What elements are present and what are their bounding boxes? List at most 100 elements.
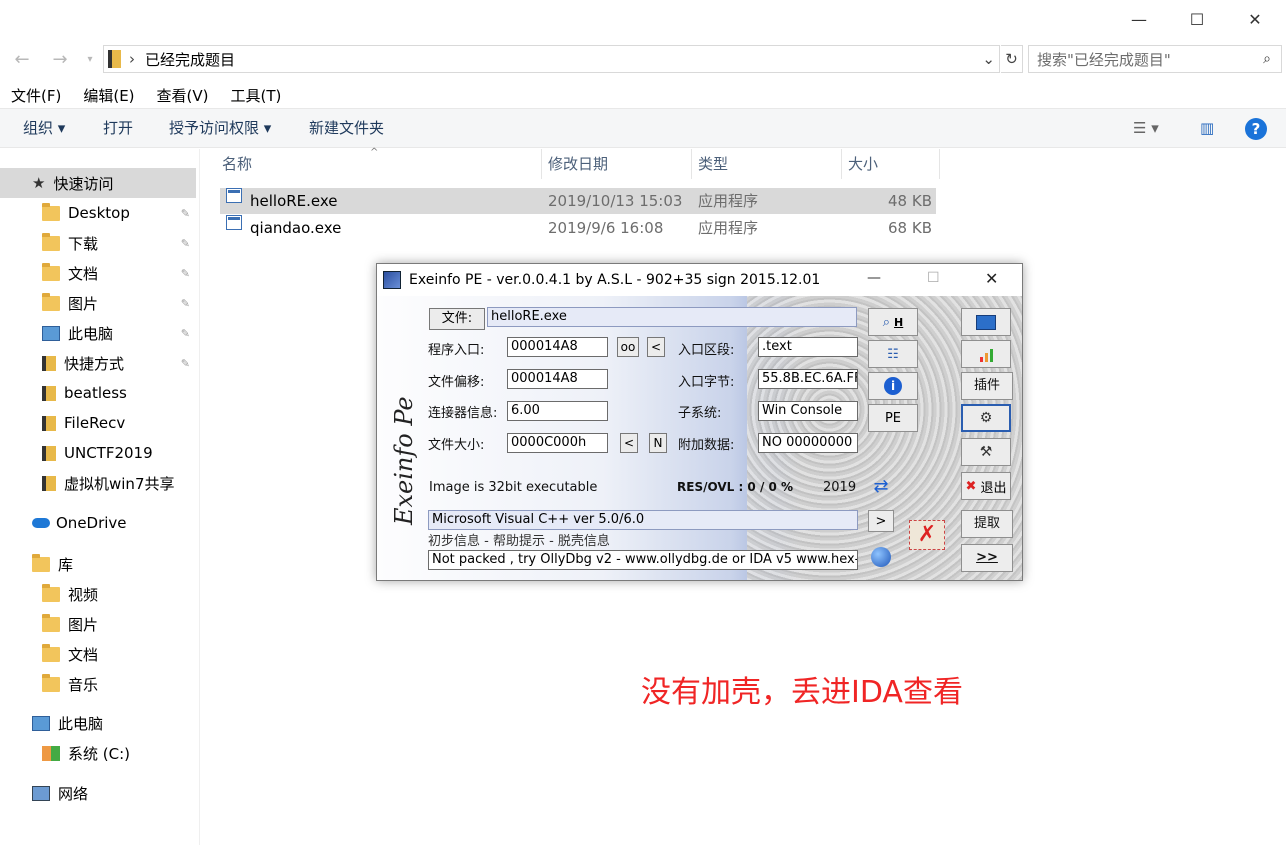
nav-item-drive-c[interactable]: 系统 (C:) [0, 738, 196, 768]
nav-label: FileRecv [64, 414, 126, 432]
search-input[interactable]: 搜索"已经完成题目" ⌕ [1028, 45, 1282, 73]
section-field[interactable]: .text [758, 337, 858, 357]
globe-icon[interactable] [868, 544, 894, 570]
chevron-down-icon[interactable]: ⌄ [982, 50, 995, 68]
pin-icon[interactable]: ✎ [181, 297, 190, 310]
close-button[interactable]: ✕ [1226, 0, 1284, 38]
exeinfo-titlebar[interactable]: Exeinfo PE - ver.0.0.4.1 by A.S.L - 902+… [377, 264, 1022, 296]
nav-item-vm-share[interactable]: 虚拟机win7共享 [0, 468, 196, 498]
refresh-button[interactable]: ↻ [1001, 45, 1023, 73]
recent-dropdown-icon[interactable]: ▾ [76, 46, 104, 72]
pin-icon[interactable]: ✎ [181, 207, 190, 220]
search-icon[interactable]: ⌕ [1263, 51, 1271, 67]
maximize-button[interactable]: ☐ [1168, 0, 1226, 38]
menu-tools[interactable]: 工具(T) [220, 84, 293, 108]
nav-item-filerecv[interactable]: FileRecv [0, 408, 196, 438]
size-n-button[interactable]: N [649, 433, 667, 453]
nav-item-documents[interactable]: 文档 ✎ [0, 258, 196, 288]
back-button[interactable]: ← [8, 46, 36, 72]
tools-button[interactable]: ⚒ [961, 438, 1011, 466]
pin-icon[interactable]: ✎ [181, 237, 190, 250]
nav-item-unctf2019[interactable]: UNCTF2019 [0, 438, 196, 468]
nav-item-library-documents[interactable]: 文档 [0, 639, 196, 669]
pin-icon[interactable]: ✎ [181, 357, 190, 370]
column-header-type[interactable]: 类型 [694, 149, 842, 179]
column-header-size[interactable]: 大小 [844, 149, 940, 179]
exeinfo-minimize-button[interactable]: — [867, 270, 881, 286]
address-bar[interactable]: › 已经完成题目 ⌄ [103, 45, 1000, 73]
open-file-button[interactable] [961, 308, 1011, 336]
linker-field[interactable]: 6.00 [507, 401, 608, 421]
nav-item-music[interactable]: 音乐 [0, 669, 196, 699]
entry-bytes-field[interactable]: 55.8B.EC.6A.FF [758, 369, 858, 389]
nav-label: 音乐 [68, 675, 99, 694]
size-lt-button[interactable]: < [620, 433, 638, 453]
view-options-icon[interactable]: ☰ ▾ [1133, 109, 1159, 149]
stats-button[interactable] [961, 340, 1011, 368]
menu-edit[interactable]: 编辑(E) [72, 84, 145, 108]
hint-label: 初步信息 - 帮助提示 - 脱壳信息 [428, 534, 610, 549]
nav-library[interactable]: 库 [0, 549, 196, 579]
nav-item-downloads[interactable]: 下载 ✎ [0, 228, 196, 258]
pin-icon[interactable]: ✎ [181, 327, 190, 340]
nav-quick-access[interactable]: ★ 快速访问 [0, 168, 196, 198]
exeinfo-close-button[interactable]: ✕ [985, 269, 998, 288]
help-icon[interactable]: ? [1245, 118, 1267, 140]
nav-item-pictures[interactable]: 图片 ✎ [0, 288, 196, 318]
organize-button[interactable]: 组织 ▾ [23, 109, 65, 149]
nav-this-pc[interactable]: 此电脑 [0, 708, 196, 738]
forward-button[interactable]: → [46, 46, 74, 72]
file-row-qiandao[interactable]: qiandao.exe 2019/9/6 16:08 应用程序 68 KB [220, 215, 936, 241]
oo-button[interactable]: oo [617, 337, 639, 357]
unpack-stamp-icon[interactable]: ✗ [909, 520, 945, 550]
overlay-field[interactable]: NO 00000000 [758, 433, 858, 453]
section-view-button[interactable]: ☷ [868, 340, 918, 368]
nav-item-videos[interactable]: 视频 [0, 579, 196, 609]
nav-label: 网络 [58, 784, 89, 803]
file-row-helloRE[interactable]: helloRE.exe 2019/10/13 15:03 应用程序 48 KB [220, 188, 936, 214]
nav-onedrive[interactable]: OneDrive [0, 508, 196, 538]
cloud-icon [32, 518, 50, 528]
nav-item-this-pc-pinned[interactable]: 此电脑 ✎ [0, 318, 196, 348]
more-button[interactable]: >> [961, 544, 1013, 572]
share-button[interactable]: 授予访问权限 ▾ [169, 109, 271, 149]
extract-button[interactable]: 提取 [961, 510, 1013, 538]
file-size-field[interactable]: 0000C000h [507, 433, 608, 453]
scan-button[interactable]: ⚙ [961, 404, 1011, 432]
open-button[interactable]: 打开 [103, 109, 133, 149]
file-browse-button[interactable]: 文件: [429, 308, 485, 330]
nav-item-library-pictures[interactable]: 图片 [0, 609, 196, 639]
file-offset-field[interactable]: 000014A8 [507, 369, 608, 389]
nav-item-shortcuts[interactable]: 快捷方式 ✎ [0, 348, 196, 378]
compiler-field[interactable]: Microsoft Visual C++ ver 5.0/6.0 [428, 510, 858, 530]
pe-button[interactable]: PE [868, 404, 918, 432]
music-folder-icon [42, 673, 60, 692]
column-header-name[interactable]: 名称 ^ [218, 147, 542, 179]
hint-field[interactable]: Not packed , try OllyDbg v2 - www.ollydb… [428, 550, 858, 570]
refresh-icon[interactable]: ⇄ [868, 472, 894, 500]
next-button[interactable]: > [868, 510, 894, 532]
menu-file[interactable]: 文件(F) [0, 84, 72, 108]
nav-item-desktop[interactable]: Desktop ✎ [0, 198, 196, 228]
sort-ascending-icon: ^ [370, 147, 379, 158]
subsystem-field[interactable]: Win Console [758, 401, 858, 421]
info-button[interactable]: i [868, 372, 918, 400]
search-h-button[interactable]: ⌕ H [868, 308, 918, 336]
magnifier-icon: ⌕ [882, 314, 891, 330]
entry-lt-button[interactable]: < [647, 337, 665, 357]
nav-network[interactable]: 网络 [0, 778, 196, 808]
pin-icon[interactable]: ✎ [181, 267, 190, 280]
nav-item-beatless[interactable]: beatless [0, 378, 196, 408]
nav-label: 此电脑 [68, 324, 114, 343]
entry-point-field[interactable]: 000014A8 [507, 337, 608, 357]
file-path-field[interactable]: helloRE.exe [487, 307, 857, 327]
column-header-date[interactable]: 修改日期 [544, 149, 692, 179]
exit-button[interactable]: ✖ 退出 [961, 472, 1011, 500]
exeinfo-maximize-button[interactable]: ☐ [927, 270, 940, 286]
minimize-button[interactable]: — [1110, 0, 1168, 38]
preview-pane-icon[interactable]: ▥ [1200, 109, 1214, 149]
breadcrumb-current[interactable]: 已经完成题目 [145, 49, 235, 70]
desktop-folder-icon [42, 202, 60, 221]
plugin-button[interactable]: 插件 [961, 372, 1013, 400]
menu-view[interactable]: 查看(V) [146, 84, 220, 108]
